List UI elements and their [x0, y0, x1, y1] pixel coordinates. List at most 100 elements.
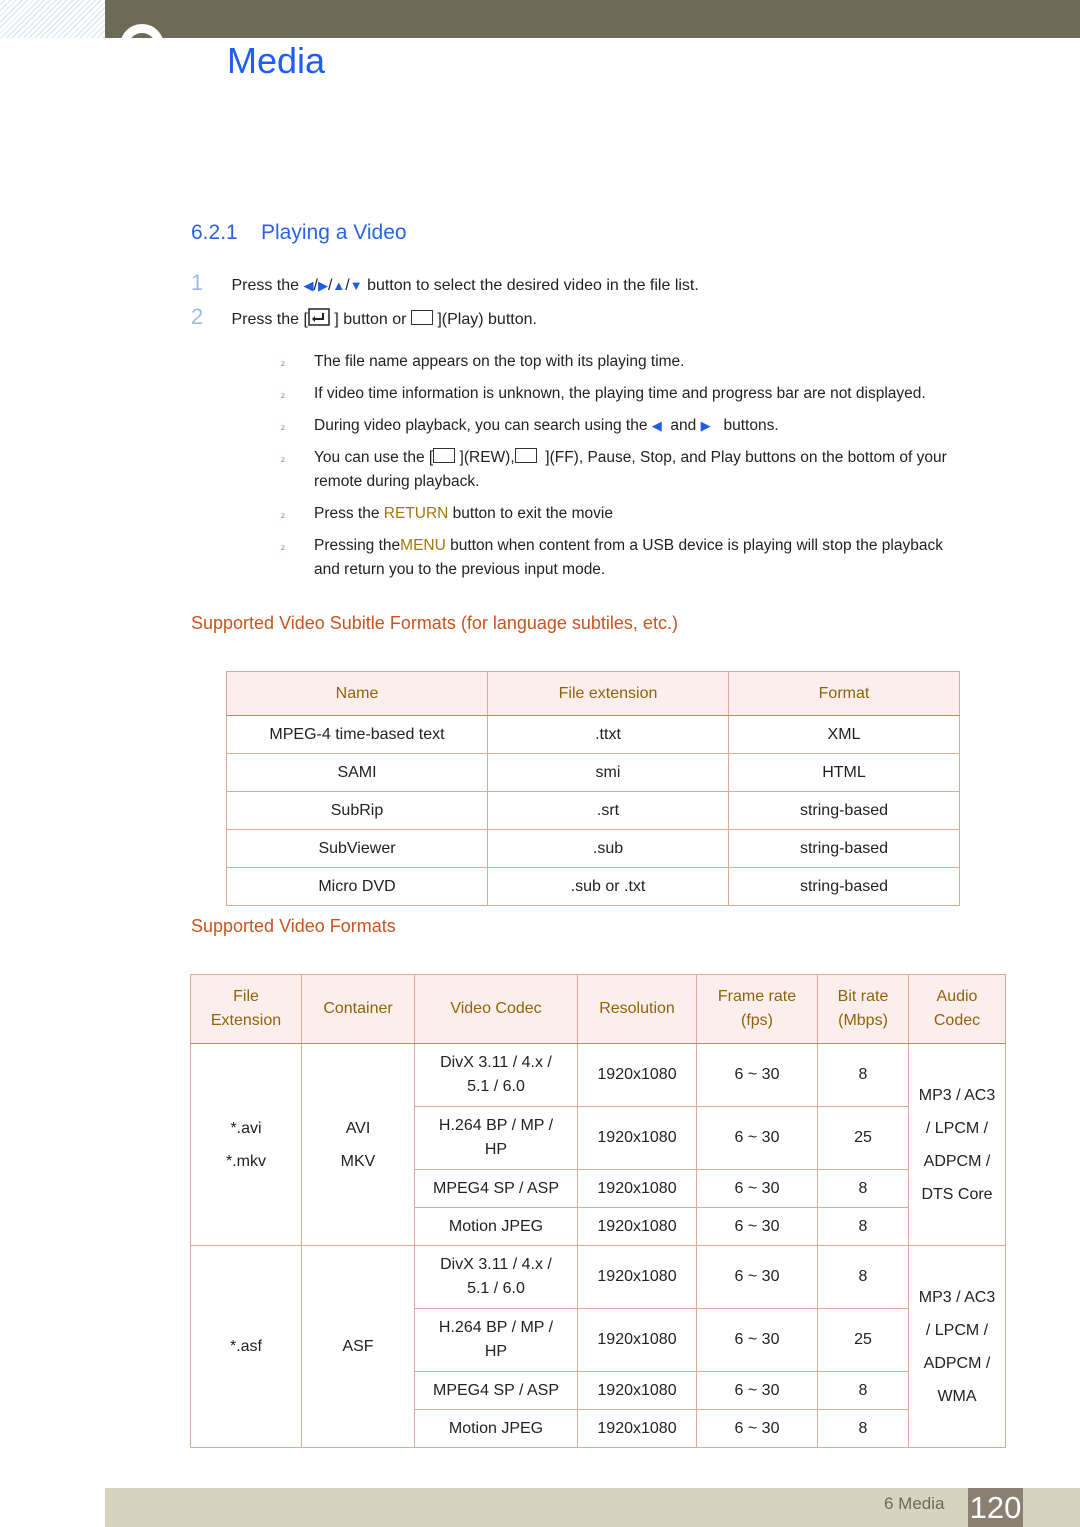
chapter-title: Media	[227, 40, 326, 81]
column-header: Frame rate (fps)	[696, 974, 818, 1044]
cell-resolution: 1920x1080	[577, 1409, 697, 1448]
cell-container: ASF	[301, 1245, 415, 1448]
cell-resolution: 1920x1080	[577, 1043, 697, 1107]
column-header-line: (Mbps)	[838, 1012, 888, 1029]
column-header-line: Extension	[210, 1012, 282, 1029]
cell-audio-codec-line: WMA	[937, 1387, 977, 1405]
cell-audio-codec-line: DTS Core	[921, 1185, 993, 1203]
subtitle-formats-table: Name File extension Format MPEG-4 time-b…	[226, 671, 960, 906]
column-header-name: Name	[226, 671, 488, 716]
notes-list: z The file name appears on the top with i…	[278, 350, 1028, 590]
section-number: 6.2.1	[191, 221, 238, 244]
step-2: 2 Press the [ ] button or ](Play) button…	[191, 304, 537, 331]
step-text: Press the [	[231, 311, 308, 328]
cell-container: AVI MKV	[301, 1043, 415, 1246]
table-row: *.avi *.mkv AVI MKV DivX 3.11 / 4.x / 5.1 / 6…	[190, 1043, 1006, 1246]
cell-resolution: 1920x1080	[577, 1371, 697, 1410]
down-arrow-icon: ▼	[349, 278, 363, 293]
cell-video-codec-line: Motion JPEG	[448, 1217, 544, 1235]
note-text: Pressing the	[314, 537, 401, 554]
cell-extension: .ttxt	[487, 715, 729, 754]
note-item: z You can use the [ ](REW), ](FF), Pause,…	[278, 446, 1028, 494]
step-number: 2	[191, 304, 204, 329]
column-header-line: Video Codec	[450, 1000, 542, 1017]
cell-frame-rate: 6 ~ 30	[696, 1308, 818, 1372]
cell-video-codec-line: H.264 BP / MP /	[438, 1117, 554, 1134]
left-arrow-icon: ◀	[303, 278, 314, 293]
bullet-icon: z	[281, 359, 285, 368]
cell-frame-rate: 6 ~ 30	[696, 1409, 818, 1448]
cell-video-codec-line: MPEG4 SP / ASP	[433, 1381, 559, 1399]
cell-file-extension: *.asf	[190, 1245, 302, 1448]
column-header-line: Resolution	[599, 1000, 675, 1017]
cell-bit-rate: 8	[817, 1169, 909, 1208]
section-title-text: Playing a Video	[261, 221, 407, 244]
page-number: 120	[968, 1488, 1023, 1527]
column-header: Audio Codec	[908, 974, 1006, 1044]
column-header: Container	[301, 974, 415, 1044]
cell-file-extension-line: *.avi	[230, 1119, 262, 1137]
cell-bit-rate: 25	[817, 1106, 909, 1170]
cell-audio-codec-line: ADPCM /	[923, 1152, 991, 1170]
cell-bit-rate: 25	[817, 1308, 909, 1372]
step-1: 1 Press the ◀/▶/▲/▼ button to select the…	[191, 270, 699, 295]
cell-video-codec-line: MPEG4 SP / ASP	[433, 1179, 559, 1197]
cell-video-codec: Motion JPEG	[414, 1409, 578, 1448]
header-hatch-pattern	[0, 0, 105, 38]
rewind-arrow-icon: ◀	[651, 418, 662, 433]
table-row: SubRip .srt string-based	[226, 791, 960, 830]
cell-video-codec-line: Motion JPEG	[448, 1419, 544, 1437]
step-text: ](Play) button.	[437, 311, 537, 328]
cell-format: string-based	[728, 829, 960, 868]
note-text: remote during playback.	[314, 473, 480, 490]
table-row: MPEG-4 time-based text .ttxt XML	[226, 715, 960, 754]
column-header-line: Container	[323, 1000, 393, 1017]
column-header-format: Format	[728, 671, 960, 716]
column-header-line: (fps)	[741, 1012, 773, 1029]
note-text: button when content from a USB device is…	[445, 537, 943, 554]
note-item: z During video playback, you can search u…	[278, 414, 1028, 438]
table-row: SubViewer .sub string-based	[226, 829, 960, 868]
cell-format: string-based	[728, 791, 960, 830]
cell-audio-codec-line: / LPCM /	[925, 1321, 989, 1339]
column-header-line: Bit rate	[837, 988, 889, 1005]
note-text: button to exit the movie	[448, 505, 613, 522]
cell-extension: .sub or .txt	[487, 867, 729, 906]
note-text: Press the	[314, 505, 384, 522]
cell-video-codec-line: 5.1 / 6.0	[467, 1078, 525, 1095]
cell-video-codec-line: HP	[484, 1141, 508, 1158]
cell-format: XML	[728, 715, 960, 754]
cell-video-codec: DivX 3.11 / 4.x / 5.1 / 6.0	[414, 1043, 578, 1107]
bullet-icon: z	[281, 391, 285, 400]
ff-key-icon	[514, 448, 537, 463]
video-formats-table: File Extension Container Video Codec Resolut…	[190, 974, 1006, 1448]
column-header: Resolution	[577, 974, 697, 1044]
cell-name: SubRip	[226, 791, 488, 830]
cell-video-codec: Motion JPEG	[414, 1207, 578, 1246]
cell-name: SubViewer	[226, 829, 488, 868]
subtitle-formats-heading: Supported Video Subitle Formats (for lan…	[191, 613, 678, 633]
cell-frame-rate: 6 ~ 30	[696, 1245, 818, 1309]
header-bar	[105, 0, 1080, 38]
bullet-icon: z	[281, 455, 285, 464]
table-row: *.asf ASF DivX 3.11 / 4.x / 5.1 / 6.0 1920x1…	[190, 1245, 1006, 1448]
cell-audio-codec-line: MP3 / AC3	[918, 1086, 996, 1104]
column-header-file-extension: File extension	[487, 671, 729, 716]
cell-extension: .sub	[487, 829, 729, 868]
cell-file-extension-line: *.mkv	[226, 1152, 266, 1170]
note-text: If video time information is unknown, th…	[314, 385, 926, 402]
cell-video-codec: MPEG4 SP / ASP	[414, 1371, 578, 1410]
cell-frame-rate: 6 ~ 30	[696, 1207, 818, 1246]
table-row: Micro DVD .sub or .txt string-based	[226, 867, 960, 906]
cell-container-line: AVI	[345, 1119, 371, 1137]
forward-arrow-icon: ▶	[700, 418, 711, 433]
note-text: and	[670, 417, 697, 434]
return-key-label: RETURN	[383, 505, 449, 522]
up-arrow-icon: ▲	[332, 278, 346, 293]
column-header: Video Codec	[414, 974, 578, 1044]
column-header: Bit rate (Mbps)	[817, 974, 909, 1044]
note-item: z Press the RETURN button to exit the mov…	[278, 502, 1028, 526]
cell-video-codec-line: H.264 BP / MP /	[438, 1319, 554, 1336]
note-text: ](REW),	[459, 449, 515, 466]
video-formats-heading: Supported Video Formats	[191, 916, 396, 936]
